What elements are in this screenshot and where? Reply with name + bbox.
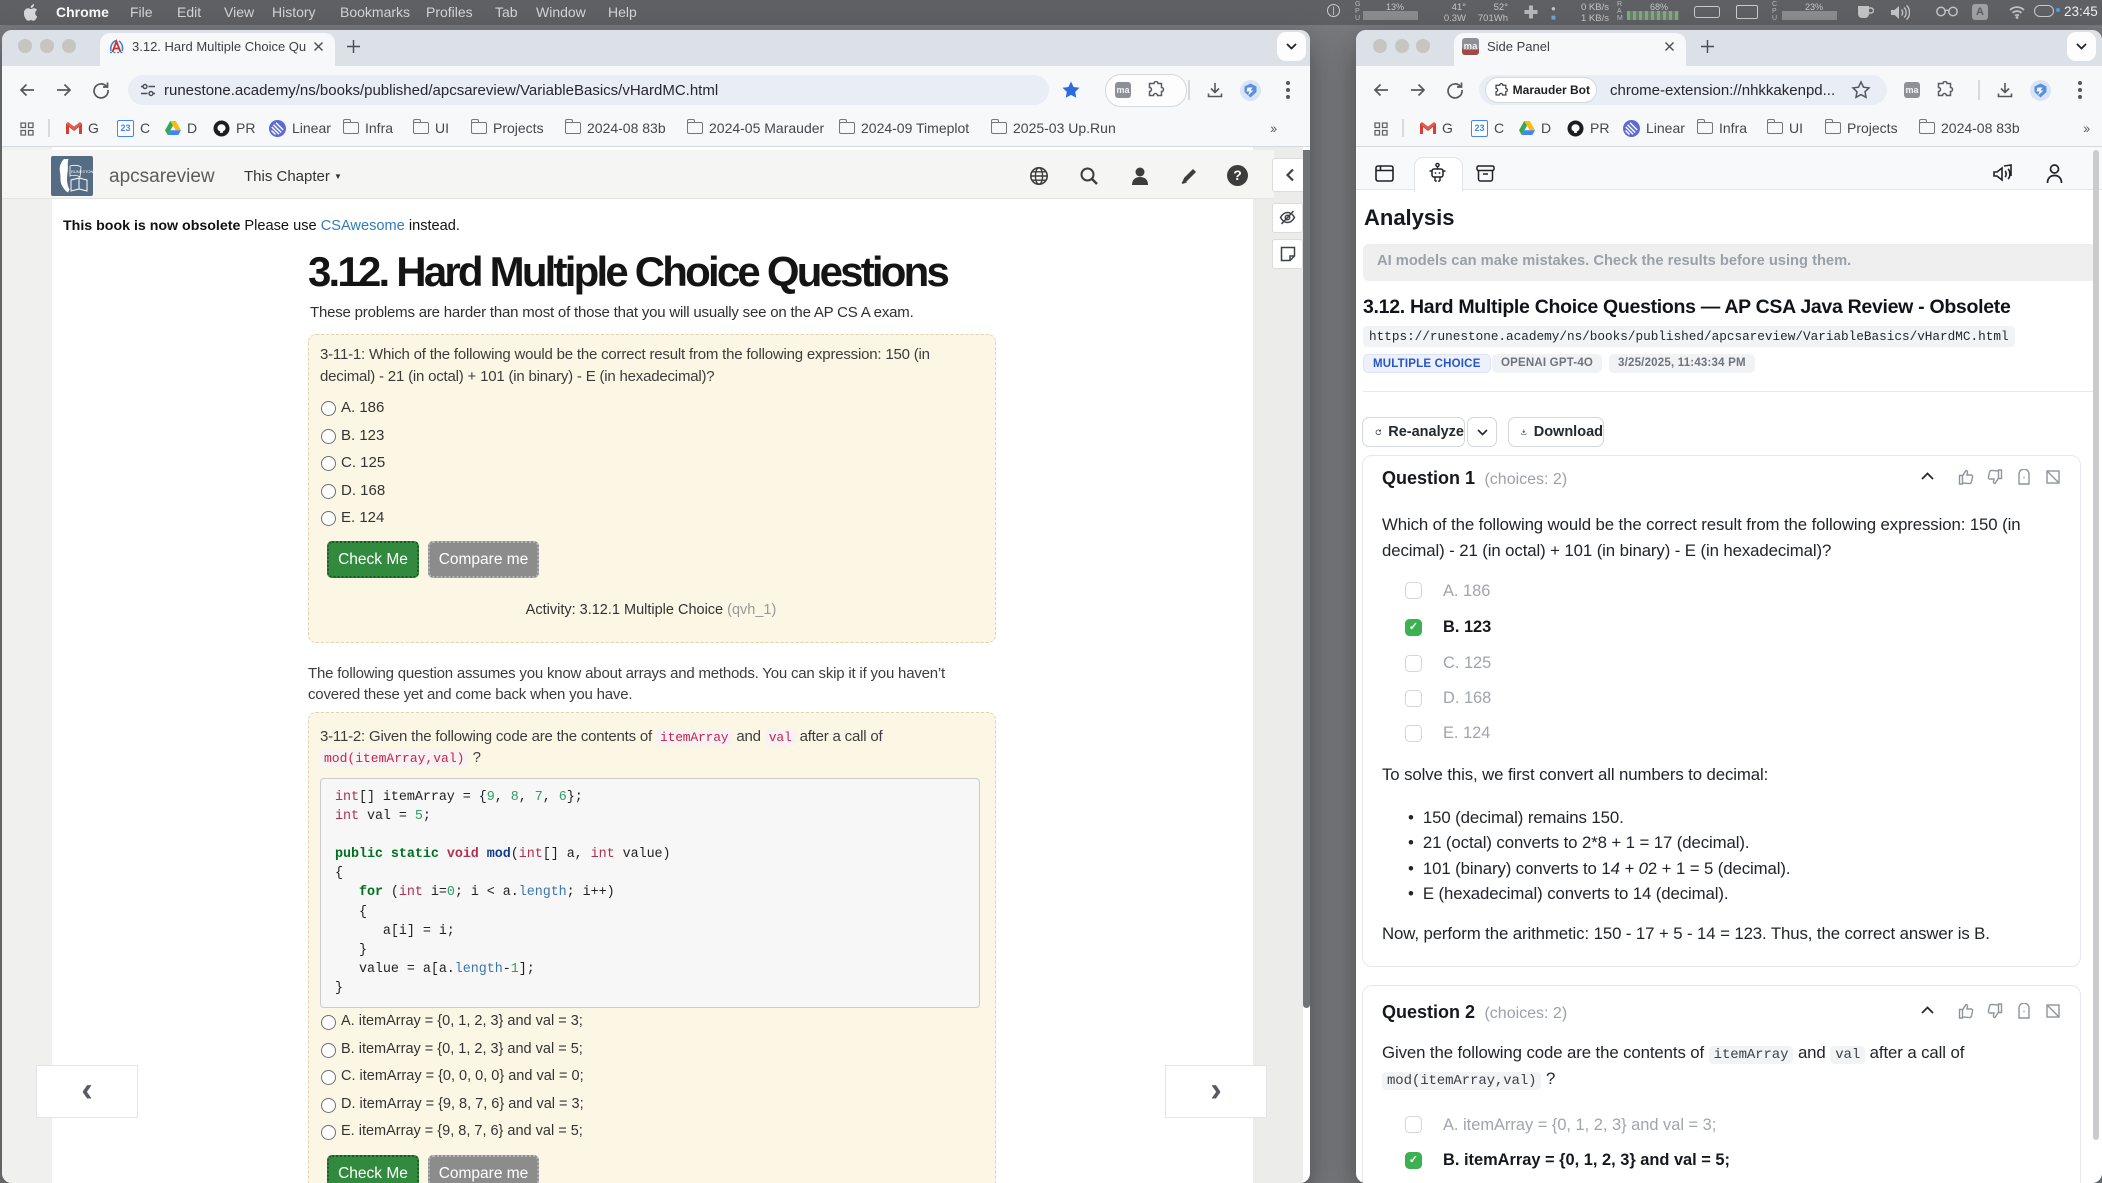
svg-text:RUNESTONE: RUNESTONE	[71, 169, 93, 174]
